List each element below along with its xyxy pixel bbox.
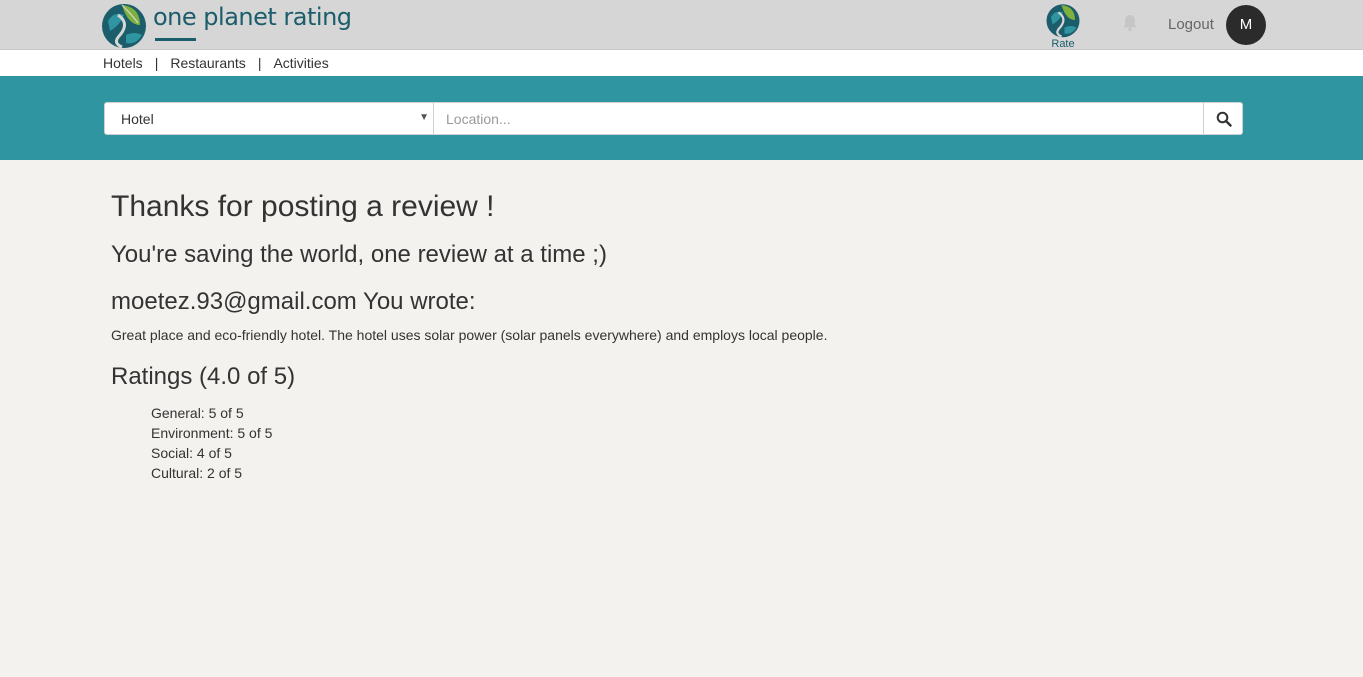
review-author-heading: moetez.93@gmail.com You wrote: xyxy=(111,288,476,315)
page-subtitle: You're saving the world, one review at a… xyxy=(111,241,607,268)
site-logo[interactable]: one planet rating xyxy=(100,1,352,49)
rating-cultural: Cultural: 2 of 5 xyxy=(151,465,243,481)
search-icon xyxy=(1216,111,1232,127)
category-nav: Hotels | Restaurants | Activities xyxy=(0,50,1363,76)
nav-link-restaurants[interactable]: Restaurants xyxy=(170,55,245,71)
rating-social: Social: 4 of 5 xyxy=(151,445,232,461)
type-select-value: Hotel xyxy=(121,111,154,127)
avatar[interactable]: M xyxy=(1226,5,1266,45)
notifications-button[interactable] xyxy=(1122,14,1140,34)
ratings-heading: Ratings (4.0 of 5) xyxy=(111,363,296,390)
caret-down-icon: ▼ xyxy=(419,112,429,123)
type-select[interactable]: Hotel ▼ xyxy=(104,102,434,135)
page-title: Thanks for posting a review ! xyxy=(111,190,495,223)
nav-separator: | xyxy=(257,55,262,71)
logo-underline xyxy=(155,38,196,41)
top-header: one planet rating Rate Logout M xyxy=(0,0,1363,50)
location-input[interactable] xyxy=(434,102,1204,135)
rating-general: General: 5 of 5 xyxy=(151,405,244,421)
search-bar: Hotel ▼ xyxy=(0,76,1363,160)
logout-link[interactable]: Logout xyxy=(1168,16,1214,33)
ratings-list: General: 5 of 5 Environment: 5 of 5 Soci… xyxy=(151,403,272,483)
rate-button[interactable]: Rate xyxy=(1043,2,1083,50)
planet-leaf-icon xyxy=(1046,4,1080,38)
nav-link-hotels[interactable]: Hotels xyxy=(103,55,143,71)
nav-separator: | xyxy=(154,55,159,71)
planet-leaf-icon xyxy=(102,4,146,49)
rate-label: Rate xyxy=(1051,38,1075,50)
search-button[interactable] xyxy=(1203,102,1243,135)
logo-text: one planet rating xyxy=(153,3,352,31)
bell-icon xyxy=(1123,15,1137,32)
rating-environment: Environment: 5 of 5 xyxy=(151,425,273,441)
review-text: Great place and eco-friendly hotel. The … xyxy=(111,327,828,343)
nav-link-activities[interactable]: Activities xyxy=(273,55,328,71)
